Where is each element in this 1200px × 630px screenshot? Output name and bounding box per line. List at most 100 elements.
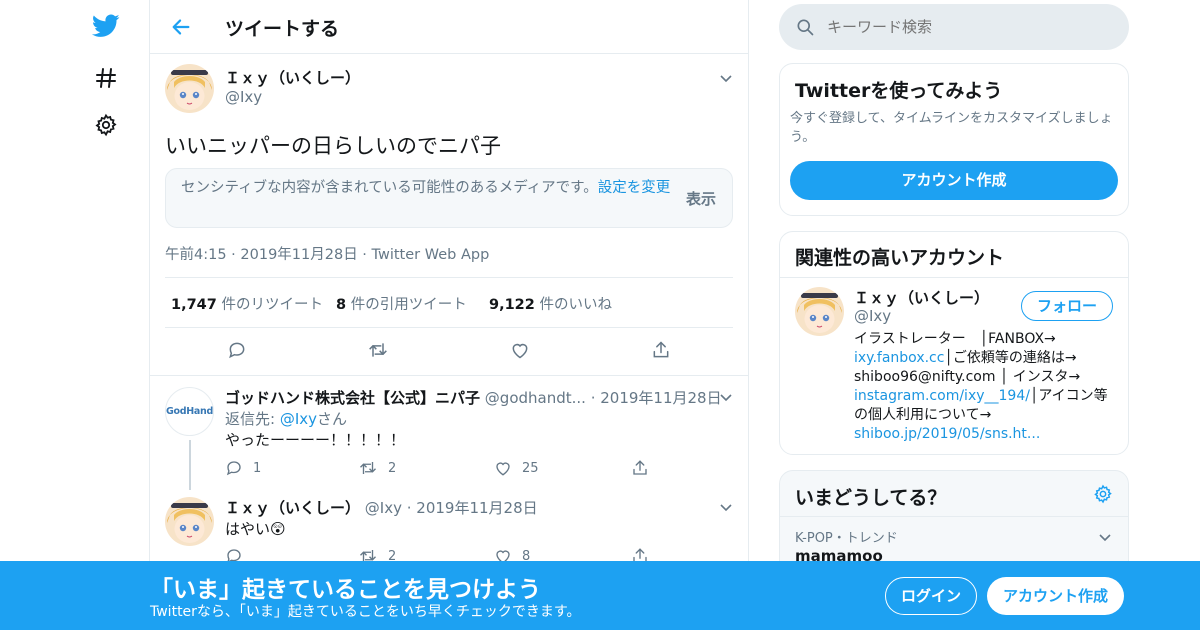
tweet-source: Twitter Web App xyxy=(371,247,490,263)
reply-icon xyxy=(227,549,241,561)
retweet-count: 2 xyxy=(388,460,397,476)
retweet-count: 2 xyxy=(388,548,397,562)
search-icon xyxy=(797,19,814,36)
bio-line: イラストレーター │FANBOX→ xyxy=(854,331,1056,347)
settings-icon[interactable] xyxy=(1093,484,1113,504)
bio-line: shiboo96@nifty.com │ インスタ→ xyxy=(854,369,1081,385)
avatar[interactable] xyxy=(795,287,844,336)
arrow-left-icon xyxy=(172,19,190,35)
reply-button[interactable] xyxy=(225,547,243,561)
tweet-time[interactable]: 午前4:15 xyxy=(165,247,227,263)
share-icon[interactable] xyxy=(651,340,671,364)
bio-link[interactable]: shiboo.jp/2019/05/sns.ht... xyxy=(854,425,1122,444)
reply-icon[interactable] xyxy=(227,340,247,364)
astonished-emoji: 😲 xyxy=(270,520,286,538)
share-icon xyxy=(633,460,647,475)
reply-header: Ｉｘｙ（いくしー） @Ixy · 2019年11月28日 xyxy=(225,497,538,518)
like-count: 8 xyxy=(522,548,531,562)
main-tweet: Ｉｘｙ（いくしー） @Ixy いいニッパーの日らしいのでニパ子 センシティブな内… xyxy=(150,54,748,376)
avatar[interactable]: GodHand xyxy=(165,387,214,436)
avatar[interactable] xyxy=(165,497,214,546)
bio-link[interactable]: instagram.com/ixy__194/ xyxy=(854,388,1030,404)
reply-to-prefix: 返信先: xyxy=(225,410,280,428)
banner-create-account-button[interactable]: アカウント作成 xyxy=(987,577,1124,615)
tweet-text: いいニッパーの日らしいのでニパ子 xyxy=(165,134,501,158)
sensitive-media-notice: センシティブな内容が含まれている可能性のあるメディアです。設定を変更 表示 xyxy=(165,168,733,228)
retweet-icon[interactable] xyxy=(367,340,389,364)
chevron-down-icon[interactable] xyxy=(718,70,734,86)
show-media-button[interactable]: 表示 xyxy=(686,188,716,209)
author-handle[interactable]: @godhandt... xyxy=(485,389,586,407)
hashtag-icon[interactable] xyxy=(92,64,120,92)
thread-line xyxy=(189,440,191,490)
like-count: 25 xyxy=(522,460,539,476)
follow-button[interactable]: フォロー xyxy=(1021,291,1113,321)
like-button[interactable]: 25 xyxy=(494,459,539,477)
retweets-stat[interactable]: 1,747 件のリツイート xyxy=(171,293,323,314)
signup-box-title: Twitterを使ってみよう xyxy=(795,80,1003,102)
main-column: ツイートする Ｉｘｙ（いくしー） @Ixy いいニッパーの日らしいのでニパ子 セ… xyxy=(149,0,749,630)
account-name[interactable]: Ｉｘｙ（いくしー） xyxy=(854,287,989,308)
retweet-button[interactable]: 2 xyxy=(358,459,396,477)
divider xyxy=(780,277,1128,278)
bio-link[interactable]: ixy.fanbox.cc xyxy=(854,350,944,366)
tweet-stats: 1,747 件のリツイート 8 件の引用ツイート 9,122 件のいいね xyxy=(165,277,733,328)
retweet-icon xyxy=(360,462,376,474)
reply-to-handle[interactable]: @Ixy xyxy=(280,410,317,428)
author-name[interactable]: ゴッドハンド株式会社【公式】ニパ子 xyxy=(225,389,480,407)
likes-count: 9,122 xyxy=(489,297,535,313)
chevron-down-icon[interactable] xyxy=(1097,529,1113,545)
account-handle[interactable]: @Ixy xyxy=(854,307,891,325)
banner-title: 「いま」起きていることを見つけよう xyxy=(150,577,541,603)
author-handle[interactable]: @Ixy xyxy=(365,499,402,517)
tweet-date[interactable]: 2019年11月28日 xyxy=(240,247,357,263)
quotes-stat[interactable]: 8 件の引用ツイート xyxy=(336,293,467,314)
signup-banner: 「いま」起きていることを見つけよう Twitterなら、「いま」起きていることを… xyxy=(0,561,1200,630)
reply-button[interactable]: 1 xyxy=(225,459,261,477)
main-header: ツイートする xyxy=(150,0,748,54)
tweet-text-content: はやい xyxy=(225,520,271,538)
chevron-down-icon[interactable] xyxy=(718,389,734,405)
tweet-date[interactable]: 2019年11月28日 xyxy=(600,389,721,407)
twitter-logo-icon[interactable] xyxy=(92,12,120,40)
share-button[interactable] xyxy=(631,459,649,477)
sensitive-notice-label: センシティブな内容が含まれている可能性のあるメディアです。 xyxy=(181,180,598,196)
related-accounts-box: 関連性の高いアカウント Ｉｘｙ（いくしー） @Ixy フォロー イラストレーター… xyxy=(779,231,1129,455)
signup-box: Twitterを使ってみよう 今すぐ登録して、タイムラインをカスタマイズしましょ… xyxy=(779,63,1129,216)
create-account-button[interactable]: アカウント作成 xyxy=(790,161,1118,200)
retweet-button[interactable]: 2 xyxy=(358,547,396,561)
retweet-icon xyxy=(360,550,376,561)
meta-separator: · xyxy=(585,389,601,407)
search-input[interactable] xyxy=(827,15,1107,39)
related-accounts-title: 関連性の高いアカウント xyxy=(795,247,1005,269)
meta-separator: · xyxy=(226,247,241,263)
quotes-count: 8 xyxy=(336,297,347,313)
like-button[interactable]: 8 xyxy=(494,547,530,561)
like-icon[interactable] xyxy=(510,340,530,364)
quotes-label: 件の引用ツイート xyxy=(350,297,467,313)
author-name[interactable]: Ｉｘｙ（いくしー） xyxy=(225,499,360,517)
like-icon xyxy=(496,462,510,476)
likes-stat[interactable]: 9,122 件のいいね xyxy=(489,293,612,314)
bio-line: │アイコン等 xyxy=(1029,388,1108,404)
reply-count: 1 xyxy=(253,460,262,476)
change-settings-link[interactable]: 設定を変更 xyxy=(598,180,671,196)
search-bar[interactable] xyxy=(779,4,1129,50)
tweet-date[interactable]: 2019年11月28日 xyxy=(416,499,537,517)
share-button[interactable] xyxy=(631,547,649,561)
banner-subtitle: Twitterなら、「いま」起きていることをいち早くチェックできます。 xyxy=(150,604,581,620)
login-button[interactable]: ログイン xyxy=(885,577,977,615)
page-title: ツイートする xyxy=(225,18,340,40)
reply-tweet[interactable]: Ｉｘｙ（いくしー） @Ixy · 2019年11月28日 はやい😲 2 8 xyxy=(150,487,748,561)
account-bio: イラストレーター │FANBOX→ ixy.fanbox.cc│ご依頼等の連絡は… xyxy=(854,330,1122,444)
reply-tweet[interactable]: GodHand ゴッドハンド株式会社【公式】ニパ子 @godhandt... ·… xyxy=(150,377,748,490)
like-icon xyxy=(496,550,510,561)
settings-icon[interactable] xyxy=(92,111,120,139)
back-button[interactable] xyxy=(168,14,194,40)
tweet-actions xyxy=(165,340,733,364)
avatar[interactable] xyxy=(165,64,214,113)
author-handle[interactable]: @Ixy xyxy=(225,88,262,106)
chevron-down-icon[interactable] xyxy=(718,499,734,515)
bio-line: の個人利用について→ xyxy=(854,407,992,423)
author-name[interactable]: Ｉｘｙ（いくしー） xyxy=(225,67,360,88)
